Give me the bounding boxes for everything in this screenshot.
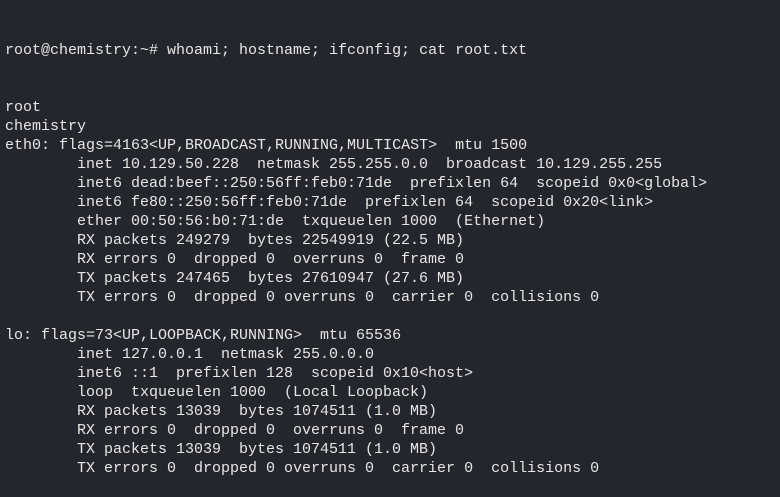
output-line: TX errors 0 dropped 0 overruns 0 carrier… [77,460,600,477]
output-line: TX packets 13039 bytes 1074511 (1.0 MB) [77,441,438,458]
output-line: root [5,99,42,116]
output-line: TX packets 247465 bytes 27610947 (27.6 M… [77,270,465,287]
output-line: lo: flags=73<UP,LOOPBACK,RUNNING> mtu 65… [5,327,402,344]
output-line: inet 127.0.0.1 netmask 255.0.0.0 [77,346,375,363]
command-line: root@chemistry:~# whoami; hostname; ifco… [5,41,780,60]
output-line: chemistry [5,118,87,135]
output-line: loop txqueuelen 1000 (Local Loopback) [77,384,429,401]
command-output: root chemistry eth0: flags=4163<UP,BROADCA… [5,98,780,478]
command-text: whoami; hostname; ifconfig; cat root.txt [167,42,528,59]
output-line: inet 10.129.50.228 netmask 255.255.0.0 b… [77,156,663,173]
output-line: inet6 ::1 prefixlen 128 scopeid 0x10<hos… [77,365,474,382]
shell-prompt: root@chemistry:~# [5,42,168,59]
output-line: TX errors 0 dropped 0 overruns 0 carrier… [77,289,600,306]
output-line: RX errors 0 dropped 0 overruns 0 frame 0 [77,422,465,439]
output-line: ether 00:50:56:b0:71:de txqueuelen 1000 … [77,213,546,230]
output-line: RX errors 0 dropped 0 overruns 0 frame 0 [77,251,465,268]
output-line: inet6 dead:beef::250:56ff:feb0:71de pref… [77,175,708,192]
terminal-window[interactable]: root@chemistry:~# whoami; hostname; ifco… [0,0,780,477]
output-line: RX packets 249279 bytes 22549919 (22.5 M… [77,232,465,249]
output-line: inet6 fe80::250:56ff:feb0:71de prefixlen… [77,194,654,211]
output-line: eth0: flags=4163<UP,BROADCAST,RUNNING,MU… [5,137,528,154]
